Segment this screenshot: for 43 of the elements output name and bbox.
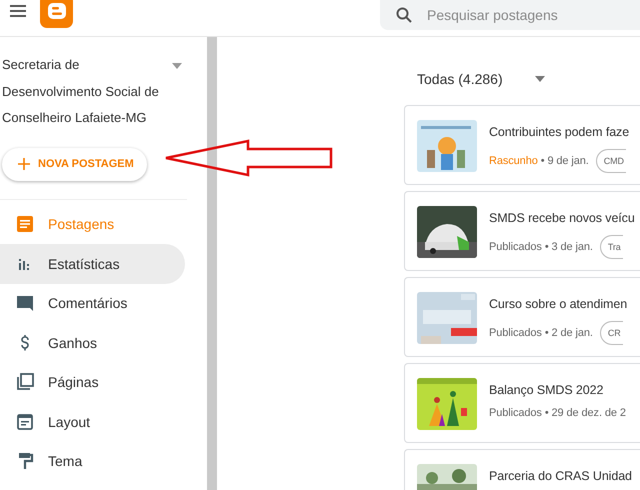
post-status: Publicados — [489, 241, 542, 253]
search-field[interactable]: Pesquisar postagens — [380, 0, 640, 30]
post-card[interactable]: Balanço SMDS 2022 Publicados • 29 de dez. de 2 — [404, 363, 640, 443]
nav-item[interactable]: Páginas — [0, 362, 185, 402]
label-chip[interactable]: Tra — [600, 235, 623, 259]
post-title[interactable]: Parceria do CRAS Unidad — [489, 469, 632, 483]
nav-item[interactable]: Comentários — [0, 284, 185, 323]
nav-item[interactable]: Estatísticas — [0, 244, 185, 284]
scrollbar[interactable] — [207, 37, 217, 490]
plus-icon — [18, 158, 30, 170]
nav-item[interactable]: Tema — [0, 442, 185, 481]
filter-dropdown[interactable]: Todas (4.286) — [417, 70, 545, 88]
post-date: • 29 de dez. de 2 — [544, 407, 626, 419]
paint-roller-icon — [16, 452, 34, 470]
search-icon — [396, 7, 412, 23]
post-status: Rascunho — [489, 155, 538, 167]
post-title[interactable]: Contribuintes podem faze — [489, 125, 630, 139]
filter-label: Todas (4.286) — [417, 71, 503, 87]
label-chip[interactable]: CMD — [596, 149, 626, 173]
nav-item[interactable]: Ganhos — [0, 323, 185, 362]
pages-icon — [16, 373, 34, 392]
post-date: • 2 de jan. — [544, 327, 593, 339]
post-card[interactable]: Contribuintes podem faze Rascunho • 9 de jan. CMD — [404, 105, 640, 185]
label-chip[interactable]: CR — [600, 321, 623, 345]
post-date: • 3 de jan. — [544, 241, 593, 253]
post-title[interactable]: Curso sobre o atendimen — [489, 297, 628, 311]
post-card[interactable]: SMDS recebe novos veícu Publicados • 3 de jan. Tra — [404, 191, 640, 271]
comment-icon — [16, 294, 34, 312]
post-title[interactable]: Balanço SMDS 2022 — [489, 383, 626, 397]
dropdown-caret-icon[interactable] — [172, 63, 182, 69]
nav-item[interactable]: Layout — [0, 402, 185, 442]
caret-icon — [534, 76, 545, 82]
blog-title: Secretaria de Desenvolvimento Social de Conselheiro Lafaiete-MG — [2, 56, 160, 127]
post-status: Publicados — [489, 407, 542, 419]
post-status: Publicados — [489, 327, 542, 339]
post-card[interactable]: Curso sobre o atendimen Publicados • 2 de jan. CR — [404, 277, 640, 357]
post-date: • 9 de jan. — [540, 155, 589, 167]
post-title[interactable]: SMDS recebe novos veícu — [489, 211, 635, 225]
document-icon — [16, 215, 34, 234]
post-card[interactable]: Parceria do CRAS Unidad — [404, 449, 640, 490]
menu-icon[interactable] — [10, 4, 26, 18]
layout-icon — [16, 412, 34, 431]
logo-icon[interactable] — [40, 0, 73, 28]
